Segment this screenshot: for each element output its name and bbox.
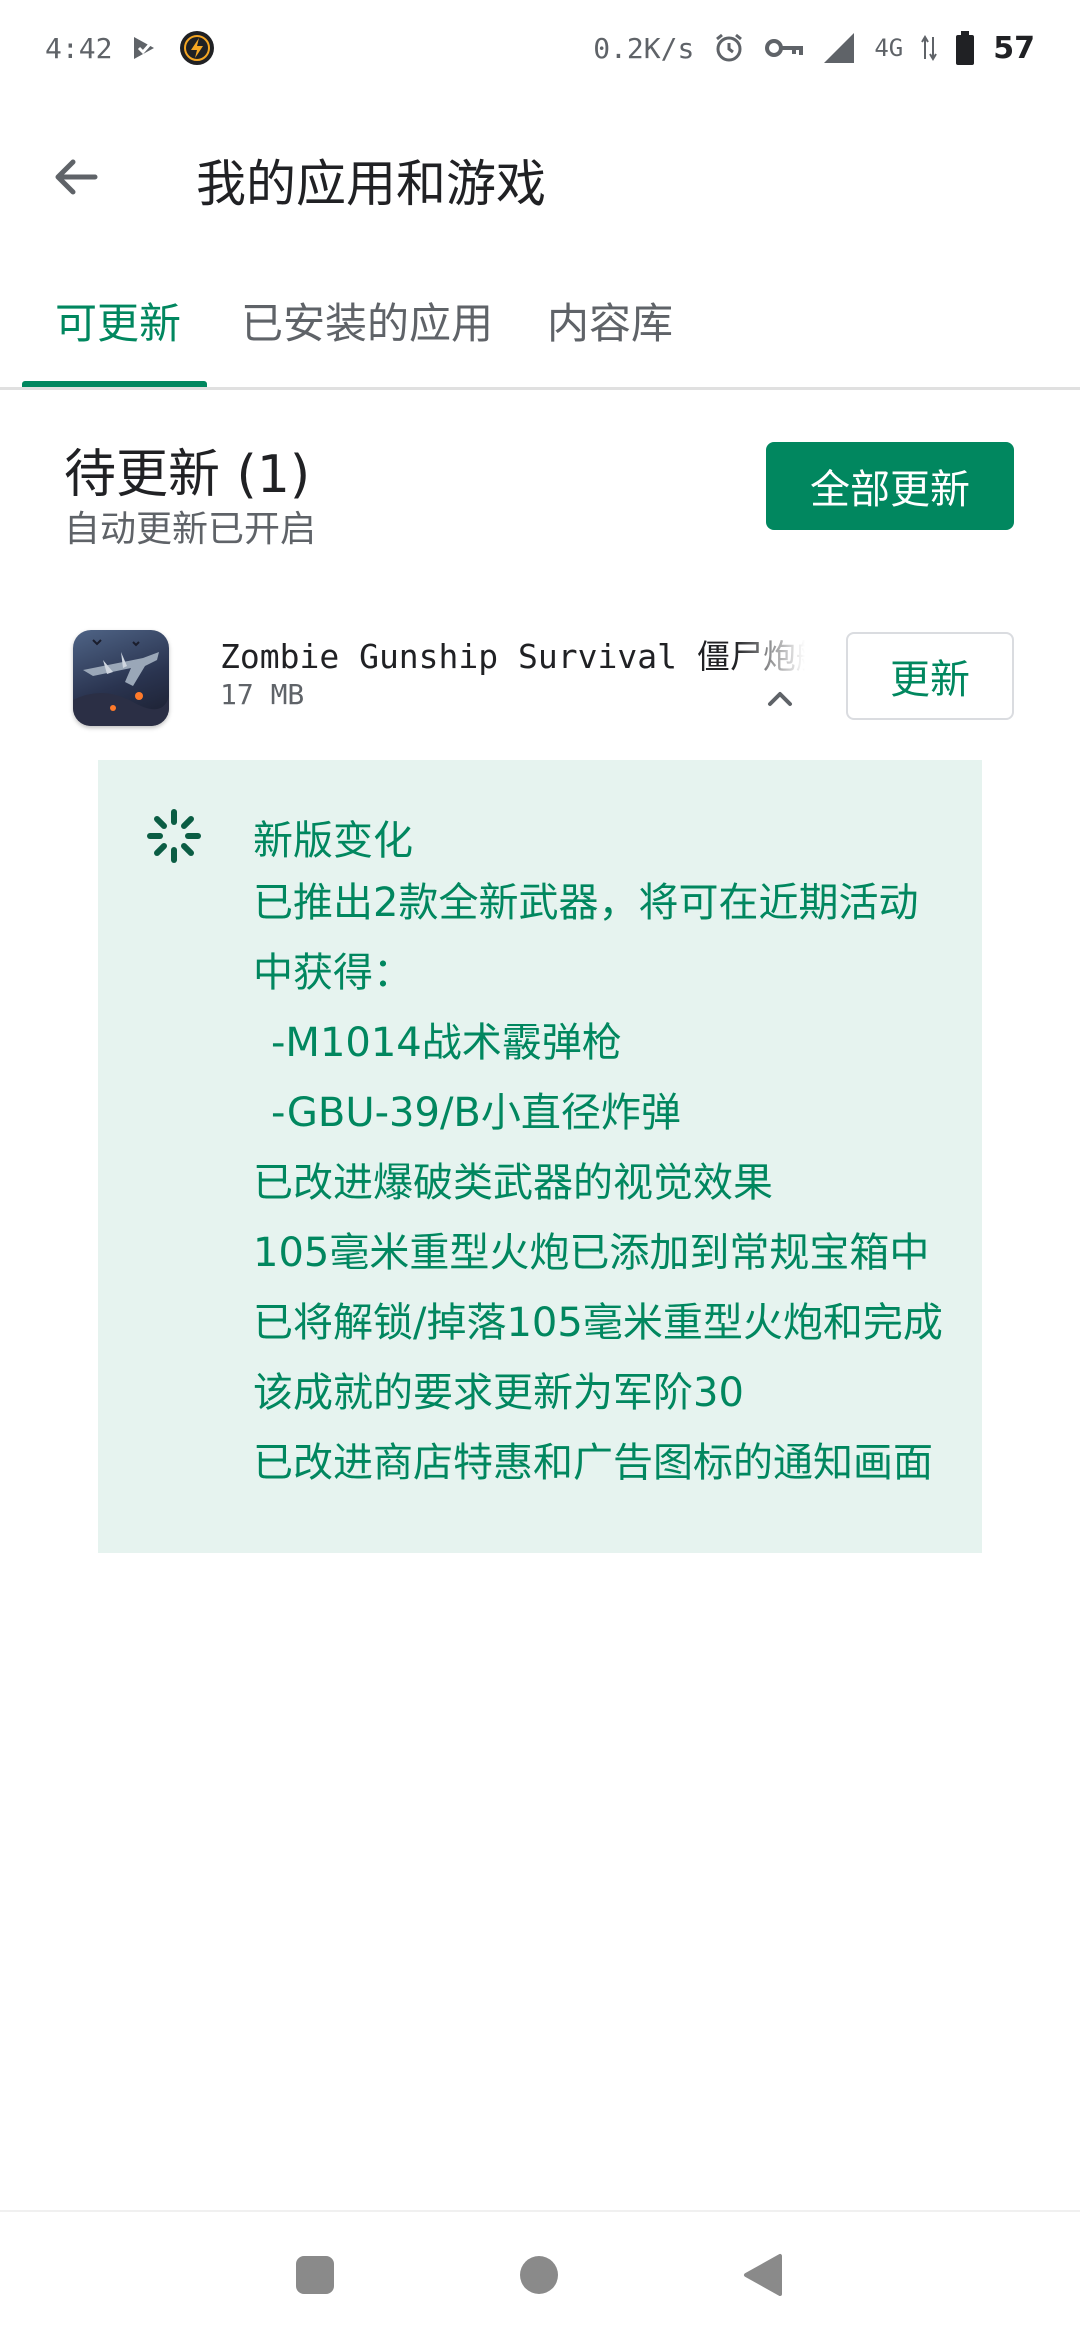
tab-library[interactable]: 内容库 [547, 290, 673, 351]
gunship-icon [73, 639, 169, 726]
triangle-back-icon [744, 2254, 782, 2296]
chevron-up-icon[interactable] [760, 684, 800, 712]
release-note-line: 已改进商店特惠和广告图标的通知画面 [253, 1440, 933, 1486]
release-note-line: 中获得： [253, 950, 413, 996]
battery-level: 57 [993, 30, 1035, 66]
status-time: 4:42 [45, 31, 113, 65]
signal-icon [822, 31, 856, 65]
release-note-line: 已改进爆破类武器的视觉效果 [253, 1160, 773, 1206]
status-bar-left: 4:42 [45, 29, 216, 67]
status-bar-right: 0.2K/s 4G 57 [593, 31, 1035, 66]
alarm-icon [712, 31, 746, 65]
app-size: 17 MB [220, 678, 305, 711]
whats-new-title: 新版变化 [253, 818, 413, 864]
status-bar: 4:42 0.2K/s 4G 57 [0, 0, 1080, 96]
recents-button[interactable] [292, 2252, 338, 2298]
back-nav-button[interactable] [740, 2252, 786, 2298]
net-speed: 0.2K/s [593, 31, 695, 65]
release-note-line: -GBU-39/B小直径炸弹 [271, 1090, 681, 1136]
tab-bar: 可更新 已安装的应用 内容库 [0, 270, 1080, 390]
tab-indicator [22, 381, 207, 387]
auto-update-status: 自动更新已开启 [64, 509, 317, 550]
release-note-line: -M1014战术霰弹枪 [271, 1020, 622, 1066]
circle-icon [520, 2256, 558, 2294]
release-note-line: 105毫米重型火炮已添加到常规宝箱中 [253, 1230, 930, 1276]
tab-installed[interactable]: 已安装的应用 [241, 290, 493, 351]
app-bar: 我的应用和游戏 [0, 120, 1080, 230]
app-name[interactable]: Zombie Gunship Survival 僵尸炮艇 [220, 630, 805, 678]
network-type: 4G [874, 34, 904, 62]
arrow-back-icon [55, 159, 98, 195]
play-protect-icon [130, 33, 160, 63]
update-button[interactable]: 更新 [846, 632, 1014, 720]
release-note-line: 已将解锁/掉落105毫米重型火炮和完成 [253, 1300, 943, 1346]
page-title: 我的应用和游戏 [196, 155, 546, 213]
vpn-key-icon [764, 34, 804, 62]
screen: 4:42 0.2K/s 4G 57 我的应用和游戏 可更新 已安装的应用 内容库… [0, 0, 1080, 2340]
bolt-circle-icon [178, 29, 216, 67]
release-note-line: 该成就的要求更新为军阶30 [253, 1370, 744, 1416]
pending-title: 待更新 (1) [64, 445, 311, 505]
battery-icon [955, 31, 975, 65]
update-all-button[interactable]: 全部更新 [766, 442, 1014, 530]
navigation-bar [0, 2210, 1080, 2340]
home-button[interactable] [516, 2252, 562, 2298]
release-notes: 已推出2款全新武器，将可在近期活动 中获得： -M1014战术霰弹枪 -GBU-… [253, 868, 973, 1498]
release-note-line: 已推出2款全新武器，将可在近期活动 [253, 880, 919, 926]
loading-spinner-icon [144, 806, 204, 866]
tab-updates[interactable]: 可更新 [55, 290, 181, 351]
whats-new-panel: 新版变化 已推出2款全新武器，将可在近期活动 中获得： -M1014战术霰弹枪 … [98, 760, 982, 1553]
app-icon[interactable] [73, 630, 169, 726]
data-arrows-icon [921, 33, 938, 63]
square-icon [296, 2256, 334, 2294]
back-button[interactable] [46, 148, 104, 206]
